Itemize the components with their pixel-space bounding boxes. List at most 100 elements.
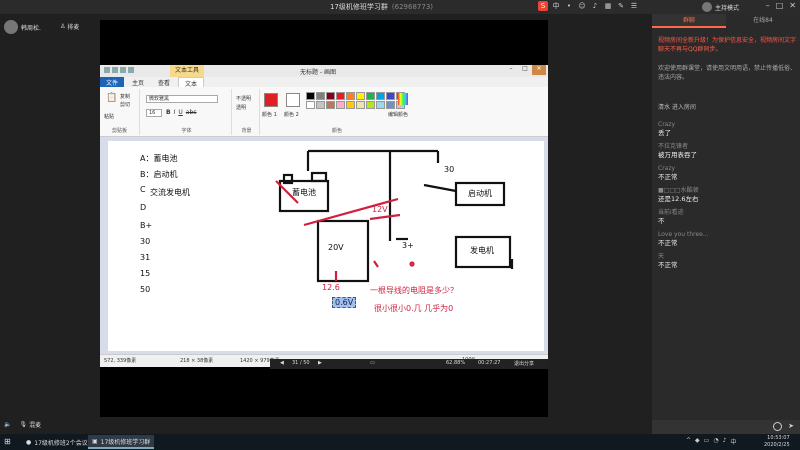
palette-color[interactable] bbox=[366, 101, 375, 109]
view-icon[interactable]: ▭ bbox=[370, 360, 375, 366]
cut-button[interactable]: 剪切 bbox=[120, 101, 130, 108]
selected-06v-label[interactable]: 0.6V bbox=[332, 297, 357, 308]
mic-icon: 🎙 bbox=[19, 421, 28, 428]
ime-emoji-icon[interactable]: ☺ bbox=[577, 1, 587, 11]
tray-shield-icon[interactable]: ◆ bbox=[695, 437, 700, 446]
paint-ribbon-tabs: 文件 主页 查看 文本 bbox=[100, 77, 548, 88]
palette-color[interactable] bbox=[316, 101, 325, 109]
ime-toolbar[interactable]: S 中 • ☺ ♪ ▦ ✎ ☰ bbox=[538, 1, 639, 11]
palette-color[interactable] bbox=[356, 92, 365, 100]
tab-text[interactable]: 文本 bbox=[178, 77, 205, 88]
paint-maximize-icon[interactable]: □ bbox=[518, 65, 532, 75]
tray-up-icon[interactable]: ^ bbox=[686, 437, 691, 446]
maximize-icon[interactable]: □ bbox=[776, 1, 784, 10]
chat-user[interactable]: Love you three... bbox=[658, 231, 796, 239]
edit-colors-button[interactable]: 编辑颜色 bbox=[388, 111, 408, 118]
palette-color[interactable] bbox=[306, 101, 315, 109]
copy-button[interactable]: 复制 bbox=[120, 93, 130, 100]
ime-mic-icon[interactable]: ♪ bbox=[590, 1, 600, 11]
tray-volume-icon[interactable]: ♪ bbox=[723, 437, 727, 446]
tab-view[interactable]: 查看 bbox=[152, 77, 176, 87]
transparent-option[interactable]: 透明 bbox=[236, 104, 246, 111]
palette-color[interactable] bbox=[346, 92, 355, 100]
bold-button[interactable]: B bbox=[166, 109, 171, 116]
selection-size: 218 × 38像素 bbox=[180, 358, 214, 364]
send-icon[interactable]: ➤ bbox=[788, 422, 794, 430]
ime-keyboard-icon[interactable]: ▦ bbox=[603, 1, 613, 11]
mic-mix-button[interactable]: 🎙 混麦 bbox=[19, 420, 41, 429]
taskbar-item-study-group[interactable]: ▣ 17级机修班学习群 bbox=[88, 435, 155, 449]
underline-button[interactable]: U bbox=[178, 109, 182, 116]
undo-icon[interactable] bbox=[120, 67, 126, 73]
prev-page-icon[interactable]: ◀ bbox=[280, 360, 284, 366]
redo-icon[interactable] bbox=[128, 67, 134, 73]
tab-online[interactable]: 在线84 bbox=[726, 14, 800, 28]
bottom-controls: 🔈 🎙 混麦 bbox=[4, 420, 41, 429]
color1-swatch[interactable] bbox=[264, 93, 278, 107]
font-name-select[interactable]: 微软雅黑 bbox=[146, 95, 218, 103]
current-speaker[interactable]: 韩周松. bbox=[4, 20, 41, 34]
queue-button[interactable]: ♙ 排麦 bbox=[60, 22, 79, 31]
strikethrough-button[interactable]: abc bbox=[186, 109, 197, 116]
palette-color[interactable] bbox=[376, 92, 385, 100]
palette-color[interactable] bbox=[376, 101, 385, 109]
color2-swatch[interactable] bbox=[286, 93, 300, 107]
tray-battery-icon[interactable]: ▭ bbox=[704, 437, 710, 446]
tray-ime-icon[interactable]: 中 bbox=[730, 437, 736, 446]
taskbar-item-meetings[interactable]: ● 17级机修班2个会议 bbox=[22, 435, 92, 449]
ime-menu-icon[interactable]: ☰ bbox=[629, 1, 639, 11]
chat-user[interactable]: 天 bbox=[658, 253, 796, 261]
palette-color[interactable] bbox=[326, 101, 335, 109]
italic-button[interactable]: I bbox=[174, 109, 176, 116]
palette-color[interactable] bbox=[386, 92, 395, 100]
next-page-icon[interactable]: ▶ bbox=[318, 360, 322, 366]
background-group-caption: 背景 bbox=[241, 128, 252, 134]
paint-minimize-icon[interactable]: – bbox=[504, 65, 518, 75]
chat-user[interactable]: Crazy bbox=[658, 165, 796, 173]
exit-share-button[interactable]: 退出分享 bbox=[514, 360, 534, 367]
chat-message: Love you three... 不正常 bbox=[658, 231, 796, 248]
sogou-ime-icon[interactable]: S bbox=[538, 1, 548, 11]
palette-color[interactable] bbox=[326, 92, 335, 100]
system-clock[interactable]: 10:53:07 2020/2/25 bbox=[764, 435, 790, 449]
ime-chinese-icon[interactable]: 中 bbox=[551, 1, 561, 11]
windows-start-icon[interactable]: ⊞ bbox=[4, 437, 14, 447]
opaque-option[interactable]: 不透明 bbox=[236, 95, 251, 102]
window-title-text: 17级机修班学习群 bbox=[330, 3, 388, 11]
chat-user[interactable]: ■□□□水酷顿 bbox=[658, 187, 796, 195]
palette-color[interactable] bbox=[316, 92, 325, 100]
minimize-icon[interactable]: – bbox=[766, 1, 770, 10]
chat-user[interactable]: 当前i看迹 bbox=[658, 209, 796, 217]
drawing-canvas[interactable]: A：蓄电池 B：启动机 C 交流发电机 D B+ 30 31 15 50 蓄电池… bbox=[108, 141, 544, 351]
speaker-volume-icon[interactable]: 🔈 bbox=[4, 421, 11, 428]
chat-text: 不正常 bbox=[658, 261, 678, 269]
palette-color[interactable] bbox=[306, 92, 315, 100]
tab-group-chat[interactable]: 群聊 bbox=[652, 14, 726, 28]
palette-color[interactable] bbox=[336, 92, 345, 100]
paint-close-icon[interactable]: ✕ bbox=[532, 65, 546, 75]
palette-color[interactable] bbox=[366, 92, 375, 100]
edit-colors-icon[interactable] bbox=[398, 93, 408, 105]
palette-color[interactable] bbox=[356, 101, 365, 109]
palette-color[interactable] bbox=[336, 101, 345, 109]
host-mode[interactable]: 主持模式 bbox=[702, 2, 739, 12]
palette-color[interactable] bbox=[386, 101, 395, 109]
chat-text: 不正常 bbox=[658, 239, 678, 247]
emoji-icon[interactable] bbox=[773, 422, 782, 431]
paste-icon[interactable]: 📋 bbox=[106, 93, 117, 103]
queue-label: 排麦 bbox=[67, 24, 80, 31]
ime-punct-icon[interactable]: • bbox=[564, 1, 574, 11]
chat-user[interactable]: 不拉克锋者 bbox=[658, 143, 796, 151]
paste-button[interactable]: 粘贴 bbox=[104, 113, 114, 120]
tab-file[interactable]: 文件 bbox=[100, 77, 125, 87]
chat-input-bar[interactable]: ➤ bbox=[652, 420, 800, 434]
share-zoom: 62.88% bbox=[446, 360, 466, 366]
tab-home[interactable]: 主页 bbox=[126, 77, 150, 87]
save-icon[interactable] bbox=[112, 67, 118, 73]
tray-network-icon[interactable]: ◔ bbox=[713, 437, 718, 446]
close-icon[interactable]: ✕ bbox=[789, 1, 796, 10]
palette-color[interactable] bbox=[346, 101, 355, 109]
ime-skin-icon[interactable]: ✎ bbox=[616, 1, 626, 11]
font-size-select[interactable]: 16 bbox=[146, 109, 162, 117]
chat-user[interactable]: Crazy bbox=[658, 121, 796, 129]
